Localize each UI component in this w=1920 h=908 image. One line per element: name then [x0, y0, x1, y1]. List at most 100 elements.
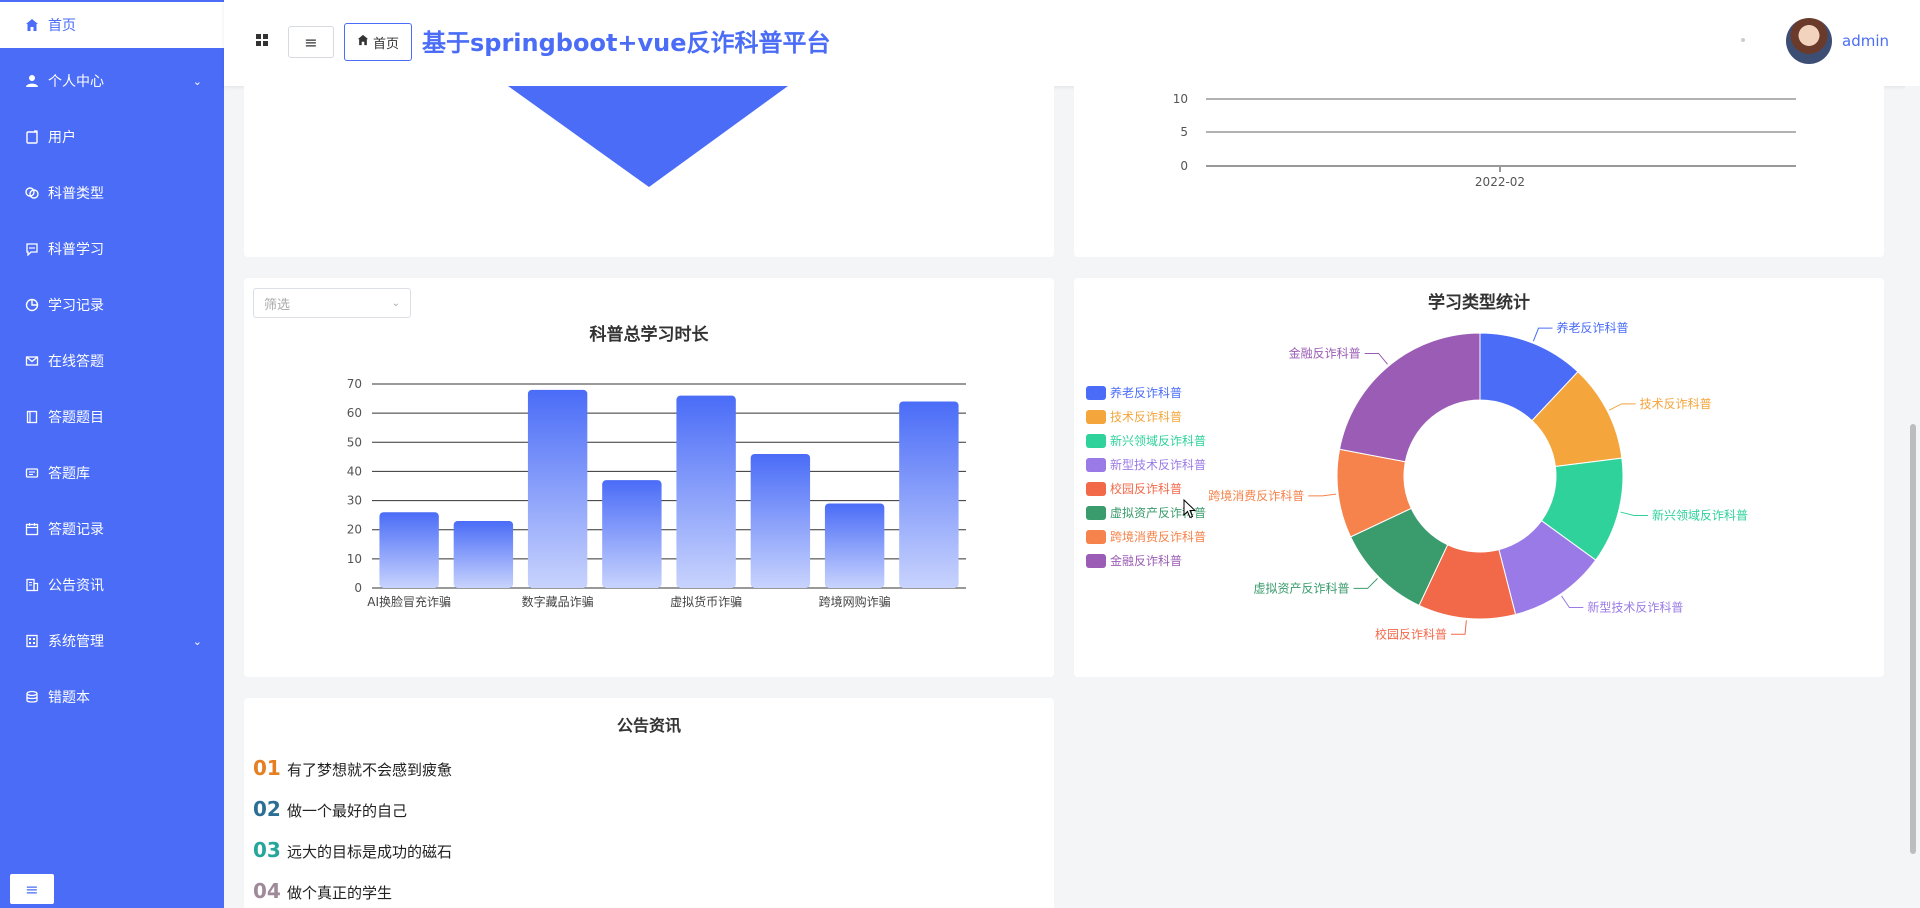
sidebar-item-label: 答题库 [48, 466, 90, 482]
database-icon [24, 689, 40, 705]
legend-label[interactable]: 新型技术反诈科普 [1110, 457, 1206, 472]
pie-leader-line [1620, 511, 1649, 517]
pie-slice-label: 技术反诈科普 [1640, 397, 1712, 411]
legend-swatch[interactable] [1086, 410, 1106, 424]
pie-slice-label: 虚拟资产反诈科普 [1254, 581, 1350, 595]
chevron-down-icon: ⌄ [192, 74, 202, 88]
home-icon [24, 17, 40, 33]
announcement-item[interactable]: 04 做个真正的学生 [253, 879, 392, 903]
status-dot [1741, 38, 1745, 42]
announcement-number: 01 [253, 756, 281, 780]
legend-swatch[interactable] [1086, 434, 1106, 448]
building-icon [24, 577, 40, 593]
legend-swatch[interactable] [1086, 386, 1106, 400]
book-icon [24, 409, 40, 425]
legend-label[interactable]: 技术反诈科普 [1110, 410, 1182, 424]
mouse-cursor-icon [1183, 499, 1197, 519]
announcement-number: 02 [253, 797, 281, 821]
announcement-item[interactable]: 03 远大的目标是成功的磁石 [253, 838, 452, 862]
page-title: 基于springboot+vue反诈科普平台 [422, 29, 831, 57]
sidebar-item-records[interactable]: 学习记录 [0, 282, 224, 328]
sidebar-item-profile[interactable]: 个人中心 ⌄ [0, 58, 224, 104]
sidebar-item-online-quiz[interactable]: 在线答题 [0, 338, 224, 384]
id-card-icon [24, 465, 40, 481]
sidebar-item-study[interactable]: 科普学习 [0, 226, 224, 272]
breadcrumb-home[interactable]: 首页 [344, 23, 412, 61]
sidebar-item-wrong-book[interactable]: 错题本 [0, 674, 224, 720]
y-tick-label: 20 [347, 523, 362, 537]
sidebar-item-category[interactable]: 科普类型 [0, 170, 224, 216]
bar-chart: 0 10 20 30 40 50 60 70 AI换脸冒充诈骗 数字藏品诈骗 虚拟货币诈骗 跨境网购诈… [347, 377, 966, 609]
announcement-text: 做一个最好的自己 [287, 802, 408, 820]
bar[interactable] [750, 453, 811, 588]
sidebar-item-label: 在线答题 [48, 354, 104, 370]
bar[interactable] [527, 389, 588, 588]
pie-slice-label: 金融反诈科普 [1289, 345, 1361, 360]
announcement-item[interactable]: 01 有了梦想就不会感到疲惫 [253, 756, 452, 780]
pie-slice-label: 新兴领域反诈科普 [1652, 508, 1748, 523]
sidebar: 首页 个人中心 ⌄ 用户 科普类型 科普学习 学习记录 在线答题 答题题目 答题… [0, 0, 224, 908]
y-tick-label: 10 [1173, 92, 1188, 106]
sidebar-item-questions[interactable]: 答题题目 [0, 394, 224, 440]
legend-label[interactable]: 校园反诈科普 [1110, 481, 1182, 496]
user-doc-icon [24, 129, 40, 145]
avatar[interactable] [1786, 18, 1832, 64]
legend-swatch[interactable] [1086, 554, 1106, 568]
line-chart-card: 10 5 0 2022-02 [1074, 86, 1884, 257]
sidebar-item-quiz-records[interactable]: 答题记录 [0, 506, 224, 552]
sidebar-item-label: 科普学习 [48, 242, 104, 258]
top-header: ≡ 首页 基于springboot+vue反诈科普平台 admin [224, 0, 1920, 86]
legend-swatch[interactable] [1086, 530, 1106, 544]
sidebar-item-label: 错题本 [48, 690, 90, 706]
apps-button[interactable] [246, 26, 278, 58]
office-icon [24, 633, 40, 649]
legend-swatch[interactable] [1086, 458, 1106, 472]
menu-toggle-button[interactable]: ≡ [288, 26, 334, 58]
funnel-chart-card [244, 86, 1054, 257]
bar[interactable] [379, 512, 439, 588]
bar[interactable] [676, 395, 736, 588]
sidebar-item-users[interactable]: 用户 [0, 114, 224, 160]
sidebar-item-label: 个人中心 [48, 74, 104, 90]
pie-leader-line [1308, 493, 1337, 497]
line-chart: 10 5 0 2022-02 [1173, 92, 1796, 189]
sidebar-item-label: 系统管理 [48, 634, 104, 650]
username[interactable]: admin [1842, 32, 1889, 50]
pie-slice-label: 跨境消费反诈科普 [1208, 488, 1304, 503]
bar[interactable] [899, 401, 959, 588]
sidebar-item-label: 首页 [48, 18, 76, 34]
x-tick-label: AI换脸冒充诈骗 [367, 594, 451, 609]
pie-leader-line [1364, 352, 1388, 365]
x-tick-label: 2022-02 [1475, 175, 1525, 189]
pie-leader-line [1561, 595, 1584, 609]
sidebar-collapse-button[interactable]: ≡ [10, 874, 54, 904]
legend-label[interactable]: 金融反诈科普 [1110, 553, 1182, 568]
sidebar-item-announcements[interactable]: 公告资讯 [0, 562, 224, 608]
funnel-segment [508, 86, 788, 187]
sidebar-item-question-bank[interactable]: 答题库 [0, 450, 224, 496]
announcement-number: 03 [253, 838, 281, 862]
legend-label[interactable]: 养老反诈科普 [1110, 385, 1182, 400]
pie-leader-line [1451, 620, 1467, 635]
bar[interactable] [453, 520, 514, 588]
legend-label[interactable]: 跨境消费反诈科普 [1110, 529, 1206, 544]
legend-swatch[interactable] [1086, 506, 1106, 520]
pie-slice-label: 养老反诈科普 [1557, 320, 1629, 335]
announcement-item[interactable]: 02 做一个最好的自己 [253, 797, 407, 821]
announcement-text: 做个真正的学生 [287, 884, 393, 902]
scrollbar-thumb[interactable] [1910, 424, 1916, 854]
sidebar-item-system[interactable]: 系统管理 ⌄ [0, 618, 224, 664]
bar[interactable] [602, 480, 662, 588]
bar[interactable] [824, 503, 885, 588]
y-tick-label: 5 [1180, 125, 1188, 139]
sidebar-item-label: 答题题目 [48, 410, 104, 426]
pie-leader-line [1608, 403, 1636, 411]
pie-leader-line [1532, 327, 1553, 342]
page-scrollbar[interactable] [1905, 86, 1920, 908]
legend-swatch[interactable] [1086, 482, 1106, 496]
pie-leader-line [1353, 578, 1378, 589]
sidebar-item-home[interactable]: 首页 [0, 2, 224, 48]
grid-icon [256, 34, 268, 50]
legend-label[interactable]: 新兴领域反诈科普 [1110, 433, 1206, 448]
y-tick-label: 60 [347, 406, 362, 420]
